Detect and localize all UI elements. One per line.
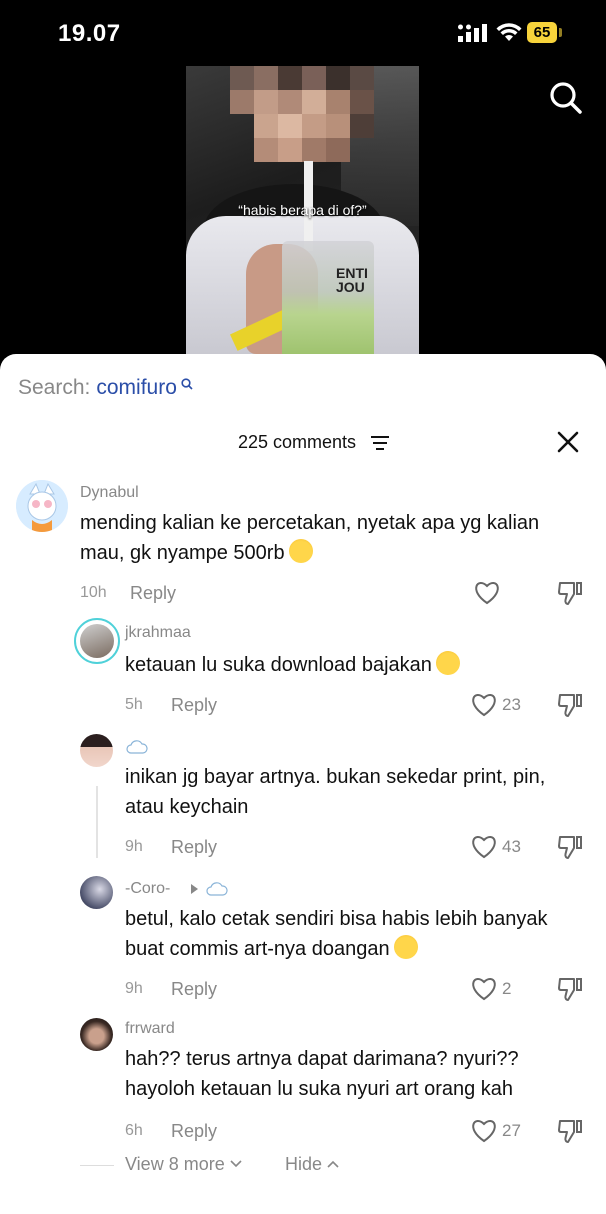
comment-username[interactable]: Dynabul (80, 484, 139, 502)
like-count: 23 (502, 695, 521, 714)
search-suggestion[interactable]: Search: comifuro (18, 376, 193, 400)
dislike-icon[interactable] (557, 692, 583, 718)
heart-icon[interactable] (471, 693, 497, 717)
search-icon[interactable] (548, 80, 584, 116)
hide-button[interactable]: Hide (285, 1154, 339, 1175)
heart-icon[interactable] (474, 581, 500, 605)
comment-text-body: ketauan lu suka download bajakan (125, 654, 432, 676)
comment-time: 9h (125, 838, 143, 855)
comment-username[interactable]: jkrahmaa (125, 624, 191, 642)
status-time: 19.07 (58, 20, 121, 47)
search-term[interactable]: comifuro (96, 376, 177, 399)
view-more-button[interactable]: View 8 more (125, 1154, 242, 1175)
heart-icon[interactable] (471, 1119, 497, 1143)
sort-filter-icon[interactable] (371, 435, 389, 451)
avatar[interactable] (16, 480, 68, 532)
video-preview[interactable]: ENTI JOU “habis berapa di of?” (186, 66, 419, 354)
comment-text-body: inikan jg bayar artnya. bukan sekedar pr… (125, 766, 546, 818)
comment-text: hah?? terus artnya dapat darimana? nyuri… (125, 1044, 565, 1104)
status-bar: 19.07 65 (0, 0, 606, 66)
heart-icon[interactable] (471, 835, 497, 859)
comment-time: 5h (125, 696, 143, 713)
comment-username[interactable]: frrward (125, 1020, 175, 1038)
cellular-signal-icon (458, 24, 487, 42)
comments-count: 225 comments (238, 432, 357, 452)
comment-time: 9h (125, 980, 143, 997)
battery-indicator: 65 (527, 22, 557, 43)
cloud-icon (126, 740, 148, 754)
avatar-character-icon (16, 480, 68, 532)
search-small-icon (181, 378, 193, 390)
comment-time: 6h (125, 1122, 143, 1139)
comment-username[interactable]: -Coro- (125, 880, 170, 898)
wifi-icon (496, 23, 522, 41)
cloud-icon (206, 882, 228, 896)
comment-item: jkrahmaa ketauan lu suka download bajaka… (0, 618, 606, 718)
search-label: Search: (18, 376, 91, 399)
reply-button[interactable]: Reply (171, 1121, 217, 1142)
comment-text: mending kalian ke percetakan, nyetak apa… (80, 508, 550, 568)
video-cup (282, 241, 374, 354)
avatar[interactable] (74, 618, 120, 664)
comment-time: 10h (80, 584, 107, 601)
like-count: 43 (502, 837, 521, 856)
avatar[interactable] (80, 876, 113, 909)
like-count: 2 (502, 979, 512, 998)
reply-button[interactable]: Reply (130, 583, 176, 604)
dislike-icon[interactable] (557, 834, 583, 860)
comment-text: ketauan lu suka download bajakan (125, 647, 565, 680)
battery-tip (559, 28, 562, 37)
thread-line (96, 786, 98, 858)
comment-text-body: betul, kalo cetak sendiri bisa habis leb… (125, 908, 548, 960)
cup-text: ENTI JOU (336, 265, 368, 295)
heart-icon[interactable] (471, 977, 497, 1001)
avatar[interactable] (80, 734, 113, 767)
view-more-label: View 8 more (125, 1154, 225, 1174)
comment-text: inikan jg bayar artnya. bukan sekedar pr… (125, 762, 565, 822)
reply-arrow-icon (191, 884, 198, 894)
dislike-icon[interactable] (557, 976, 583, 1002)
comment-text-body: hah?? terus artnya dapat darimana? nyuri… (125, 1048, 519, 1100)
reply-button[interactable]: Reply (171, 979, 217, 1000)
dislike-icon[interactable] (557, 580, 583, 606)
rofl-emoji-icon (432, 647, 464, 679)
comment-item: frrward hah?? terus artnya dapat dariman… (0, 1018, 606, 1144)
chevron-up-icon (327, 1160, 339, 1168)
chevron-down-icon (230, 1160, 242, 1168)
comment-item: -Coro- betul, kalo cetak sendiri bisa ha… (0, 876, 606, 1002)
like-count: 27 (502, 1121, 521, 1140)
reply-button[interactable]: Reply (171, 695, 217, 716)
comments-header: 225 comments (0, 430, 606, 460)
crying-emoji-icon (288, 539, 313, 563)
avatar[interactable] (80, 1018, 113, 1051)
divider (80, 1165, 114, 1166)
tears-of-joy-emoji-icon (393, 935, 418, 959)
comment-item: Dynabul mending kalian ke percetakan, ny… (0, 480, 606, 610)
comment-text: betul, kalo cetak sendiri bisa habis leb… (125, 904, 565, 964)
reply-button[interactable]: Reply (171, 837, 217, 858)
dislike-icon[interactable] (557, 1118, 583, 1144)
hide-label: Hide (285, 1154, 323, 1174)
comment-item: inikan jg bayar artnya. bukan sekedar pr… (0, 734, 606, 860)
thread-controls: View 8 more Hide (0, 1152, 606, 1180)
close-icon[interactable] (556, 430, 580, 454)
video-caption: “habis berapa di of?” (238, 202, 367, 218)
